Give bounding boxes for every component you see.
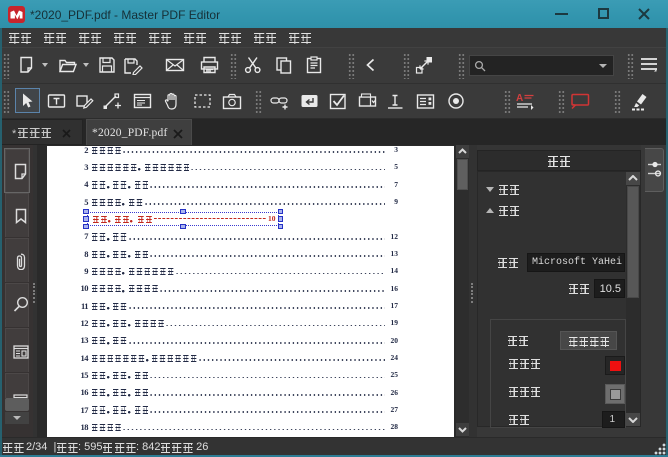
svg-text:A: A [516,93,523,104]
